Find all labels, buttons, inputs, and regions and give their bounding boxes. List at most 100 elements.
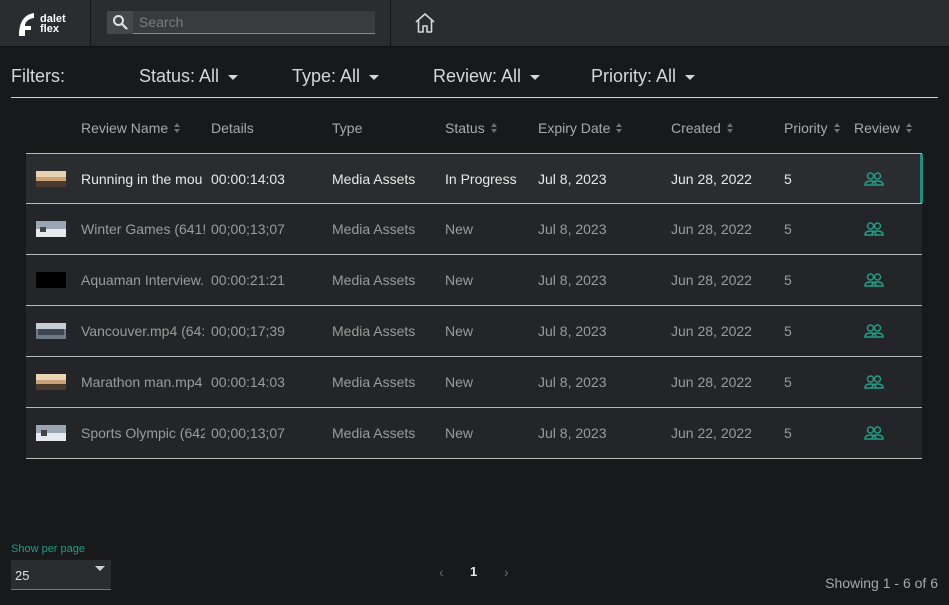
cell-details: 00:00:21:21 — [211, 272, 285, 288]
cell-review-name: Running in the mou — [81, 171, 203, 187]
priority-filter[interactable]: Priority: All — [591, 66, 696, 87]
column-header-label: Created — [671, 120, 721, 136]
table-row[interactable]: Vancouver.mp4 (64: 00;00;17;39 Media Ass… — [26, 306, 922, 357]
cell-priority: 5 — [784, 272, 792, 288]
cell-created: Jun 28, 2022 — [671, 171, 752, 187]
column-header-review[interactable]: Review — [854, 120, 912, 136]
priority-filter-label: Priority: All — [591, 66, 677, 86]
status-filter[interactable]: Status: All — [139, 66, 239, 87]
thumbnail-sports-olympic — [36, 425, 66, 441]
brand-logo[interactable]: dalet flex — [0, 0, 91, 47]
reviewers-icon[interactable] — [864, 171, 884, 187]
cell-review-name: Marathon man.mp4 — [81, 374, 203, 390]
cell-priority: 5 — [784, 171, 792, 187]
home-icon[interactable] — [413, 11, 437, 35]
column-header-label: Priority — [784, 120, 828, 136]
reviewers-icon[interactable] — [864, 323, 884, 339]
page-button-current[interactable]: 1 — [470, 564, 477, 579]
sort-icon — [833, 123, 840, 133]
column-header-label: Type — [332, 120, 363, 136]
pagination: ‹ 1 › — [430, 563, 520, 583]
reviewers-icon[interactable] — [864, 425, 884, 441]
sort-icon — [905, 123, 912, 133]
cell-details: 00;00;17;39 — [211, 323, 285, 339]
column-header-label: Review Name — [81, 120, 169, 136]
sort-icon — [616, 123, 623, 133]
thumbnail-running — [36, 171, 66, 187]
cell-created: Jun 28, 2022 — [671, 323, 752, 339]
cell-expiry-date: Jul 8, 2023 — [538, 221, 607, 237]
caret-down-icon — [369, 75, 380, 80]
per-page-select[interactable]: 25 — [11, 560, 111, 590]
column-header-label: Status — [445, 120, 485, 136]
column-header-priority[interactable]: Priority — [784, 120, 840, 136]
table-row[interactable]: Sports Olympic (642 00;00;13;07 Media As… — [26, 408, 922, 459]
cell-details: 00;00;13;07 — [211, 425, 285, 441]
top-bar: dalet flex — [0, 0, 949, 47]
column-header-label: Review — [854, 120, 900, 136]
cell-created: Jun 28, 2022 — [671, 272, 752, 288]
search-input[interactable] — [133, 11, 373, 33]
cell-review-name: Sports Olympic (642 — [81, 425, 205, 441]
cell-expiry-date: Jul 8, 2023 — [538, 171, 607, 187]
per-page-label: Show per page — [11, 543, 85, 555]
type-filter-label: Type: All — [292, 66, 361, 86]
status-filter-label: Status: All — [139, 66, 220, 86]
reviewers-icon[interactable] — [864, 272, 884, 288]
cell-created: Jun 28, 2022 — [671, 221, 752, 237]
table-row[interactable]: Marathon man.mp4 00:00:14:03 Media Asset… — [26, 357, 922, 408]
thumbnail-vancouver — [36, 323, 66, 339]
column-header-expiry-date[interactable]: Expiry Date — [538, 120, 623, 136]
reviewers-icon[interactable] — [864, 374, 884, 390]
cell-expiry-date: Jul 8, 2023 — [538, 323, 607, 339]
search-icon[interactable] — [107, 10, 133, 34]
thumbnail-aquaman — [36, 272, 66, 288]
sort-icon — [490, 123, 497, 133]
cell-expiry-date: Jul 8, 2023 — [538, 425, 607, 441]
type-filter[interactable]: Type: All — [292, 66, 380, 87]
caret-down-icon — [685, 75, 696, 80]
cell-expiry-date: Jul 8, 2023 — [538, 272, 607, 288]
cell-type: Media Assets — [332, 221, 416, 237]
cell-status: New — [445, 323, 474, 339]
next-page-button[interactable]: › — [504, 564, 509, 580]
column-header-label: Details — [211, 120, 254, 136]
cell-details: 00:00:14:03 — [211, 171, 285, 187]
cell-status: New — [445, 272, 474, 288]
cell-type: Media Assets — [332, 425, 416, 441]
cell-created: Jun 22, 2022 — [671, 425, 752, 441]
cell-details: 00:00:14:03 — [211, 374, 285, 390]
cell-priority: 5 — [784, 425, 792, 441]
table-row[interactable]: Running in the mou 00:00:14:03 Media Ass… — [26, 153, 923, 204]
table-row[interactable]: Aquaman Interview. 00:00:21:21 Media Ass… — [26, 255, 922, 306]
caret-down-icon — [530, 75, 541, 80]
cell-review-name: Winter Games (641! — [81, 221, 205, 237]
cell-priority: 5 — [784, 323, 792, 339]
review-filter[interactable]: Review: All — [433, 66, 541, 87]
cell-created: Jun 28, 2022 — [671, 374, 752, 390]
cell-review-name: Vancouver.mp4 (64: — [81, 323, 205, 339]
column-header-created[interactable]: Created — [671, 120, 733, 136]
column-header-details: Details — [211, 120, 254, 136]
cell-status: New — [445, 425, 474, 441]
cell-details: 00;00;13;07 — [211, 221, 285, 237]
cell-status: In Progress — [445, 171, 517, 187]
dalet-logo-icon — [19, 12, 34, 36]
cell-priority: 5 — [784, 374, 792, 390]
filters-label: Filters: — [11, 66, 65, 86]
search-box — [107, 10, 375, 34]
thumbnail-marathon — [36, 374, 66, 390]
column-header-type: Type — [332, 120, 362, 136]
results-count: Showing 1 - 6 of 6 — [825, 575, 938, 591]
column-header-label: Expiry Date — [538, 120, 611, 136]
brand-text: dalet flex — [40, 12, 66, 35]
sort-icon — [726, 123, 733, 133]
prev-page-button[interactable]: ‹ — [439, 564, 444, 580]
column-header-review-name[interactable]: Review Name — [81, 120, 181, 136]
column-header-status[interactable]: Status — [445, 120, 497, 136]
cell-review-name: Aquaman Interview. — [81, 272, 204, 288]
reviewers-icon[interactable] — [864, 221, 884, 237]
table-row[interactable]: Winter Games (641! 00;00;13;07 Media Ass… — [26, 204, 922, 255]
per-page-value: 25 — [15, 568, 30, 583]
cell-priority: 5 — [784, 221, 792, 237]
